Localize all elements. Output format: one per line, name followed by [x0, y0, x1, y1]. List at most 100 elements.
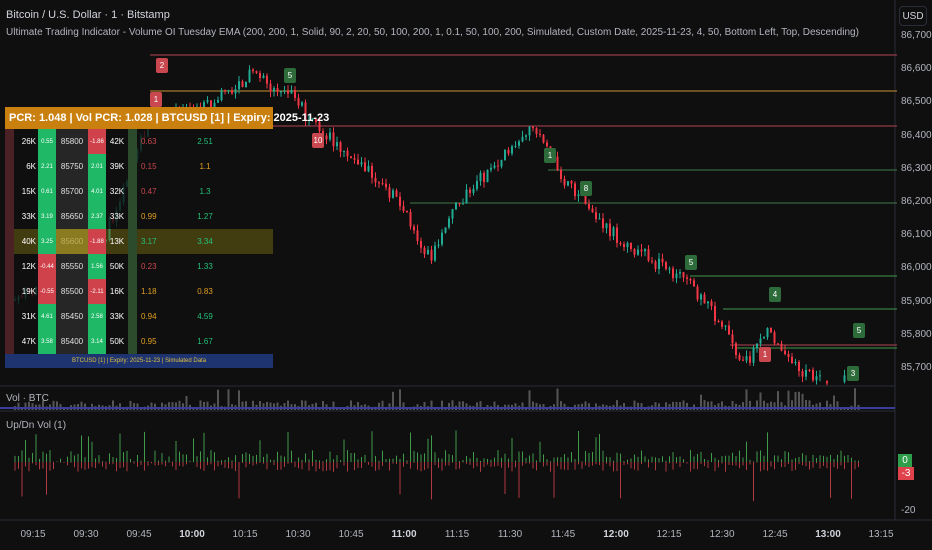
vol-pcr-value: 1.27: [197, 212, 213, 221]
strike-price: 85800: [56, 129, 88, 154]
candle-body: [728, 325, 730, 335]
candle-body: [287, 90, 289, 94]
signal-marker[interactable]: 1: [759, 347, 771, 362]
candle-body: [427, 249, 429, 255]
candle-body: [497, 165, 499, 167]
candle-body: [766, 328, 769, 337]
candle-body: [777, 343, 779, 345]
time-axis-label: 12:30: [709, 529, 735, 540]
candle-body: [231, 90, 233, 94]
signal-marker[interactable]: 4: [769, 287, 781, 302]
candle-body: [560, 170, 562, 179]
vol-pcr-value: 2.51: [197, 137, 213, 146]
pcr-value: 0.99: [141, 212, 157, 221]
candle-body: [759, 338, 762, 344]
put-oi: 50K: [109, 262, 125, 271]
signal-marker[interactable]: 1: [150, 92, 162, 107]
candle-body: [350, 156, 352, 159]
candle-body: [682, 272, 685, 278]
candle-body: [801, 371, 804, 377]
price-axis-label: 86,600: [901, 63, 932, 75]
candle-body: [259, 72, 261, 78]
currency-button[interactable]: USD: [899, 6, 927, 26]
signal-marker[interactable]: 5: [284, 68, 296, 83]
candle-body: [668, 268, 671, 270]
candle-body: [532, 126, 534, 129]
candle-body: [479, 172, 482, 182]
vol-pcr-value: 1.33: [197, 262, 213, 271]
candle-body: [588, 204, 590, 209]
signal-marker[interactable]: 10: [312, 133, 324, 148]
candle-body: [689, 278, 692, 281]
table-row: 19K -0.55 85500 -2.11 16K 1.18 0.83: [5, 279, 273, 304]
time-axis-label: 13:00: [815, 529, 841, 540]
candle-body: [623, 243, 625, 248]
candle-body: [738, 355, 741, 360]
candle-body: [371, 165, 373, 178]
candle-body: [280, 91, 282, 93]
candle-body: [707, 301, 709, 304]
pcr-value: 0.95: [141, 337, 157, 346]
candle-body: [843, 375, 846, 382]
vol-pcr-value: 0.83: [197, 287, 213, 296]
price-axis-label: 86,500: [901, 96, 932, 108]
vol-pcr-value: 1.67: [197, 337, 213, 346]
pcr-value: 0.47: [141, 187, 157, 196]
candle-body: [731, 334, 734, 344]
candle-body: [490, 167, 492, 170]
volume-bar: [399, 389, 401, 410]
signal-marker[interactable]: 1: [544, 148, 556, 163]
candle-body: [255, 71, 258, 73]
call-change: 2.21: [38, 154, 56, 179]
candle-body: [574, 183, 576, 197]
candle-body: [357, 159, 359, 165]
signal-marker[interactable]: 2: [156, 58, 168, 73]
candle-body: [742, 359, 744, 361]
candle-body: [791, 356, 793, 364]
put-change: -1.88: [88, 229, 106, 254]
put-change: 1.56: [88, 254, 106, 279]
candle-body: [525, 135, 527, 137]
put-change: -2.11: [88, 279, 106, 304]
call-oi: 40K: [21, 237, 36, 246]
updown-axis-label: -20: [901, 505, 916, 516]
candle-body: [378, 182, 380, 184]
candle-body: [763, 336, 765, 339]
candle-body: [633, 248, 636, 255]
oi-bar-call: [5, 204, 14, 229]
candle-body: [444, 227, 447, 233]
candle-body: [430, 249, 433, 261]
put-oi: 13K: [109, 237, 125, 246]
candle-body: [784, 350, 786, 354]
candle-body: [826, 381, 828, 384]
candle-body: [661, 258, 664, 263]
signal-marker[interactable]: 5: [853, 323, 865, 338]
candle-body: [570, 181, 573, 184]
candle-body: [301, 102, 303, 106]
call-change: 3.25: [38, 229, 56, 254]
indicator-legend[interactable]: Ultimate Trading Indicator - Volume OI T…: [6, 27, 859, 38]
signal-marker[interactable]: 5: [685, 255, 697, 270]
signal-marker[interactable]: 3: [847, 366, 859, 381]
candle-body: [339, 142, 342, 152]
candle-body: [805, 369, 807, 377]
candle-body: [556, 156, 559, 171]
candle-body: [245, 81, 247, 88]
signal-marker[interactable]: 8: [580, 181, 592, 196]
candle-body: [567, 181, 569, 186]
symbol-title[interactable]: Bitcoin / U.S. Dollar · 1 · Bitstamp: [6, 9, 170, 21]
candle-body: [602, 218, 604, 229]
updown-pane-label[interactable]: Up/Dn Vol (1): [6, 420, 66, 431]
price-axis-label: 86,400: [901, 129, 932, 141]
time-axis-label: 13:15: [868, 529, 894, 540]
candle-body: [252, 69, 254, 72]
candle-body: [238, 81, 240, 90]
call-oi: 33K: [21, 212, 36, 221]
table-row: 47K 3.58 85400 3.14 50K 0.95 1.67: [5, 329, 273, 354]
candle-body: [455, 203, 457, 210]
volume-bar: [465, 403, 468, 410]
candle-body: [651, 260, 653, 262]
volume-bar: [273, 403, 275, 410]
oi-bar-put: [128, 229, 137, 254]
volume-pane-label[interactable]: Vol · BTC: [6, 393, 49, 404]
